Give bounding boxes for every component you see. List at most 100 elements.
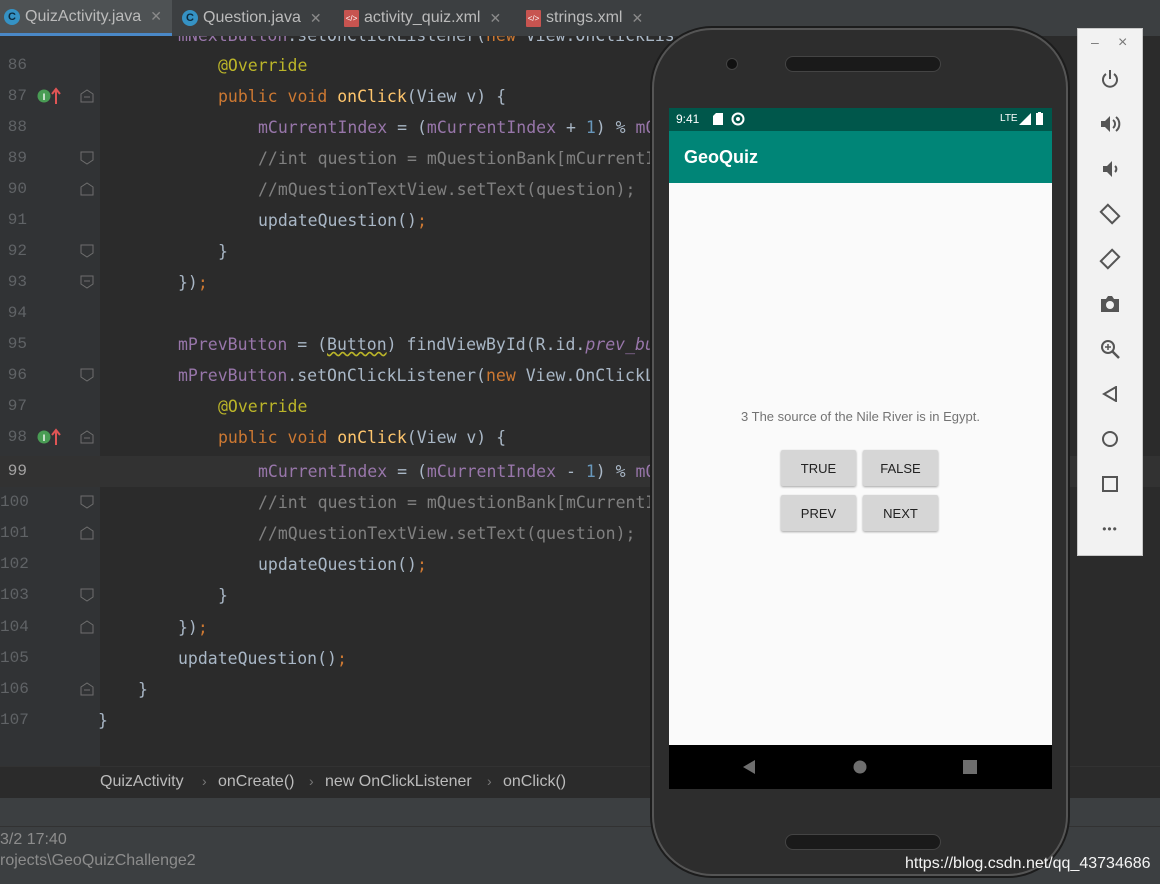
line-number: 96: [7, 366, 27, 384]
bottom-speaker: [785, 834, 941, 850]
volume-down-icon[interactable]: [1095, 154, 1125, 184]
power-icon[interactable]: [1095, 64, 1125, 94]
close-icon[interactable]: ✕: [310, 10, 322, 27]
nav-recents-icon[interactable]: [963, 760, 977, 774]
line-number: 102: [0, 555, 29, 573]
fold-icon[interactable]: [80, 368, 94, 382]
volume-up-icon[interactable]: [1095, 109, 1125, 139]
log-project-path: rojects\GeoQuizChallenge2: [0, 852, 196, 869]
line-number: 88: [7, 118, 27, 136]
front-camera: [726, 58, 738, 70]
fold-icon[interactable]: [80, 244, 94, 258]
breadcrumb-item[interactable]: onClick(): [503, 773, 566, 791]
sync-icon: [731, 112, 745, 126]
network-type: LTE: [1000, 113, 1018, 124]
overview-icon[interactable]: [1095, 469, 1125, 499]
prev-button[interactable]: PREV: [781, 495, 856, 531]
line-number: 93: [7, 273, 27, 291]
line-number: 92: [7, 242, 27, 260]
app-title: GeoQuiz: [684, 147, 759, 167]
line-number: 103: [0, 586, 29, 604]
line-number: 104: [0, 618, 29, 636]
minimize-icon[interactable]: –: [1091, 34, 1099, 50]
sd-card-icon: [713, 113, 723, 125]
fold-icon[interactable]: [80, 526, 94, 540]
rotate-left-icon[interactable]: [1095, 199, 1125, 229]
status-bar: 9:41 LTE: [669, 108, 1052, 131]
battery-icon: [1036, 112, 1043, 125]
line-number: 90: [7, 180, 27, 198]
tab-label: QuizActivity.java: [25, 7, 142, 25]
app-bar: GeoQuiz: [669, 131, 1052, 183]
line-number: 97: [7, 397, 27, 415]
watermark: https://blog.csdn.net/qq_43734686: [905, 855, 1151, 872]
implements-method-icon[interactable]: I: [37, 427, 61, 447]
fold-icon[interactable]: [80, 682, 94, 696]
breadcrumb-item[interactable]: QuizActivity: [100, 773, 184, 791]
line-number: 89: [7, 149, 27, 167]
fold-icon[interactable]: [80, 495, 94, 509]
line-number: 100: [0, 493, 29, 511]
question-text: 3 The source of the Nile River is in Egy…: [741, 409, 980, 424]
tab-label: strings.xml: [546, 9, 623, 26]
line-number: 94: [7, 304, 27, 322]
fold-icon[interactable]: [80, 430, 94, 444]
top-speaker: [785, 56, 941, 72]
status-time: 9:41: [676, 112, 700, 126]
fold-icon[interactable]: [80, 89, 94, 103]
tab-strings-xml[interactable]: </> strings.xml ✕: [518, 0, 656, 36]
close-icon[interactable]: ✕: [631, 10, 643, 27]
more-options-icon[interactable]: •••: [1095, 514, 1125, 544]
fold-icon[interactable]: [80, 182, 94, 196]
xml-file-icon: </>: [344, 9, 359, 27]
tab-label: activity_quiz.xml: [364, 9, 481, 26]
java-class-icon: C: [182, 10, 198, 26]
tab-label: Question.java: [203, 9, 301, 26]
log-timestamp: 3/2 17:40: [0, 831, 67, 848]
line-number: 87: [7, 87, 27, 105]
emulator-toolbar: – × •••: [1077, 28, 1143, 556]
nav-home-icon[interactable]: [853, 760, 867, 774]
implements-method-icon[interactable]: I: [37, 86, 61, 106]
rotate-right-icon[interactable]: [1095, 244, 1125, 274]
close-icon[interactable]: ✕: [150, 8, 162, 25]
false-button[interactable]: FALSE: [863, 450, 938, 486]
chevron-right-icon: ›: [309, 773, 314, 789]
xml-file-icon: </>: [526, 9, 541, 27]
close-icon[interactable]: ×: [1118, 34, 1127, 52]
svg-text:I: I: [43, 433, 46, 443]
line-number: 101: [0, 524, 29, 542]
chevron-right-icon: ›: [487, 773, 492, 789]
back-icon[interactable]: [1095, 379, 1125, 409]
fold-icon[interactable]: [80, 151, 94, 165]
fold-icon[interactable]: [80, 620, 94, 634]
line-number: 98: [7, 428, 27, 446]
java-class-icon: C: [4, 8, 20, 25]
true-button[interactable]: TRUE: [781, 450, 856, 486]
zoom-icon[interactable]: [1095, 334, 1125, 364]
nav-back-icon[interactable]: [742, 760, 756, 774]
emulator-device-frame: 9:41 LTE GeoQuiz 3 The source of the Nil…: [652, 28, 1068, 876]
line-number: 107: [0, 711, 29, 729]
svg-text:I: I: [43, 92, 46, 102]
tab-quizactivity-java[interactable]: C QuizActivity.java ✕: [0, 0, 172, 36]
emulator-screen[interactable]: 9:41 LTE GeoQuiz 3 The source of the Nil…: [669, 108, 1052, 789]
line-number: 106: [0, 680, 29, 698]
breadcrumb-item[interactable]: onCreate(): [218, 773, 294, 791]
chevron-right-icon: ›: [202, 773, 207, 789]
breadcrumb-item[interactable]: new OnClickListener: [325, 773, 472, 791]
signal-icon: [1019, 113, 1031, 125]
line-number: 95: [7, 335, 27, 353]
line-number: 91: [7, 211, 27, 229]
android-nav-bar: [669, 745, 1052, 789]
tab-activity-quiz-xml[interactable]: </> activity_quiz.xml ✕: [336, 0, 516, 36]
camera-icon[interactable]: [1095, 289, 1125, 319]
close-icon[interactable]: ✕: [489, 10, 501, 27]
fold-icon[interactable]: [80, 275, 94, 289]
tab-question-java[interactable]: C Question.java ✕: [178, 0, 334, 36]
line-number: 99: [7, 462, 27, 480]
fold-icon[interactable]: [80, 588, 94, 602]
line-number: 105: [0, 649, 29, 667]
home-icon[interactable]: [1095, 424, 1125, 454]
next-button[interactable]: NEXT: [863, 495, 938, 531]
